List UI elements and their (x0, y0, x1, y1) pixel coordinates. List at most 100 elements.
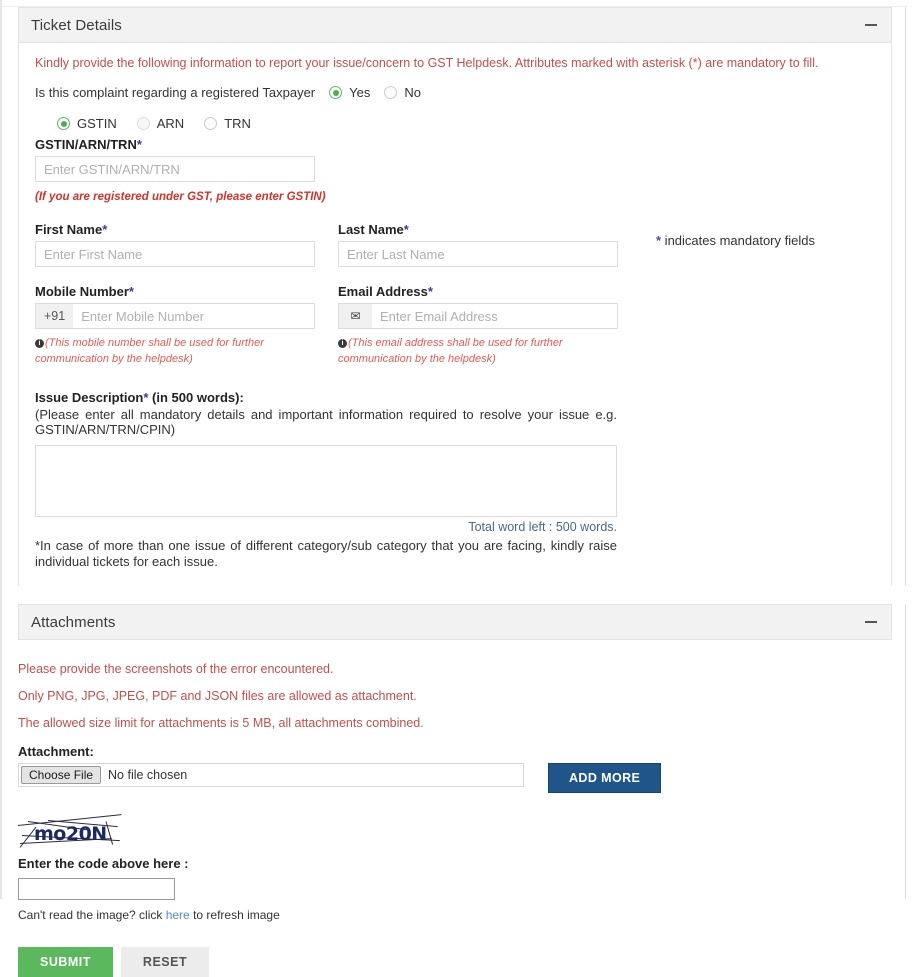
issue-description-label: Issue Description* (in 500 words): (35, 390, 875, 405)
captcha-block: mo20N Enter the code above here : Can't … (17, 814, 892, 922)
mobile-hint: (This mobile number shall be used for fu… (35, 337, 264, 365)
radio-option-trn[interactable]: TRN (204, 116, 251, 131)
email-hint-wrap: i (This email address shall be used for f… (338, 334, 618, 366)
attachment-note-3: The allowed size limit for attachments i… (18, 716, 424, 730)
attachments-panel: Attachments (18, 604, 892, 640)
attachments-body: Please provide the screenshots of the er… (2, 640, 908, 977)
first-name-label-text: First Name (35, 222, 103, 237)
captcha-image: mo20N (17, 814, 122, 851)
radio-yes-label: Yes (349, 85, 371, 100)
issue-description-label-text: Issue Description (35, 390, 144, 405)
mobile-asterisk: * (128, 284, 134, 299)
registered-taxpayer-row: Is this complaint regarding a registered… (35, 85, 875, 100)
mobile-label: Mobile Number* (35, 284, 338, 299)
radio-trn-label: TRN (224, 116, 251, 131)
add-more-button[interactable]: ADD MORE (548, 763, 662, 793)
radio-option-gstin[interactable]: GSTIN (57, 116, 117, 131)
ticket-intro-note: Kindly provide the following information… (35, 56, 819, 70)
issue-description-block: Issue Description* (in 500 words): (Plea… (35, 390, 875, 570)
issue-description-textarea[interactable] (35, 445, 617, 517)
radio-trn-icon[interactable] (204, 117, 218, 130)
captcha-input[interactable] (18, 878, 175, 900)
mobile-hint-wrap: i (This mobile number shall be used for f… (35, 334, 315, 366)
email-hint: (This email address shall be used for fu… (338, 337, 563, 365)
attachments-header[interactable]: Attachments (19, 605, 891, 640)
ticket-details-title: Ticket Details (31, 16, 122, 34)
info-icon: i (35, 339, 44, 348)
first-name-block: First Name* (35, 222, 338, 267)
email-input[interactable] (372, 303, 618, 329)
ticket-details-body: Kindly provide the following information… (19, 43, 891, 586)
radio-no-icon[interactable] (384, 86, 398, 99)
mobile-input[interactable] (73, 303, 315, 329)
radio-option-no[interactable]: No (384, 85, 421, 100)
envelope-icon: ✉ (338, 303, 372, 329)
attachments-title: Attachments (31, 613, 116, 631)
last-name-label-text: Last Name (338, 222, 404, 237)
gstin-label-text: GSTIN/ARN/TRN (35, 137, 137, 152)
form-content: Ticket Details Kindly provide the follow… (2, 0, 908, 977)
gstin-asterisk: * (136, 137, 142, 152)
mobile-input-group: +91 (35, 303, 315, 329)
submit-button[interactable]: SUBMIT (18, 947, 113, 977)
last-name-asterisk: * (403, 222, 409, 237)
ticket-details-panel: Ticket Details Kindly provide the follow… (18, 7, 892, 586)
id-type-radio-group: GSTIN ARN TRN (57, 116, 875, 131)
mobile-label-text: Mobile Number (35, 284, 129, 299)
captcha-refresh-prefix: Can't read the image? click (18, 908, 166, 922)
radio-arn-label: ARN (156, 116, 185, 131)
issue-description-subtext: (Please enter all mandatory details and … (35, 407, 617, 437)
attachment-row: Choose File No file chosen ADD MORE (18, 763, 892, 793)
file-input-wrapper[interactable]: Choose File No file chosen (18, 763, 524, 787)
reset-button[interactable]: RESET (120, 947, 210, 977)
attachment-label: Attachment: (18, 744, 94, 759)
radio-no-label: No (404, 85, 421, 100)
email-label: Email Address* (338, 284, 641, 299)
email-label-text: Email Address (338, 284, 428, 299)
page-frame: Ticket Details Kindly provide the follow… (0, 0, 908, 977)
email-input-group: ✉ (338, 303, 618, 329)
issue-footnote: *In case of more than one issue of diffe… (35, 538, 617, 569)
first-name-label: First Name* (35, 222, 338, 237)
mandatory-note-text: indicates mandatory fields (661, 233, 815, 248)
radio-gstin-label: GSTIN (77, 116, 117, 131)
registered-taxpayer-question: Is this complaint regarding a registered… (35, 85, 316, 100)
last-name-block: Last Name* (338, 222, 641, 267)
info-icon-email: i (338, 339, 347, 348)
radio-option-arn[interactable]: ARN (136, 116, 185, 131)
captcha-refresh-link[interactable]: here (166, 908, 190, 922)
registered-taxpayer-radio-group: Yes No (315, 85, 421, 100)
captcha-label: Enter the code above here : (18, 856, 189, 871)
first-name-input[interactable] (35, 241, 315, 267)
contact-row: Mobile Number* +91 i(This mobile number … (35, 284, 875, 366)
minus-icon-attachments[interactable] (863, 614, 879, 630)
gstin-label: GSTIN/ARN/TRN* (35, 137, 875, 152)
gstin-hint: (If you are registered under GST, please… (35, 191, 326, 203)
last-name-input[interactable] (338, 241, 618, 267)
email-block: Email Address* ✉ i(This email address sh… (338, 284, 641, 366)
ticket-details-header[interactable]: Ticket Details (19, 8, 891, 43)
attachment-note-2: Only PNG, JPG, JPEG, PDF and JSON files … (18, 689, 417, 703)
minus-icon[interactable] (863, 17, 879, 33)
issue-description-label-suffix: (in 500 words): (148, 390, 244, 405)
form-actions: SUBMIT RESET (18, 947, 892, 977)
mandatory-fields-note: * indicates mandatory fields (656, 233, 815, 248)
file-status-text: No file chosen (108, 768, 188, 782)
captcha-refresh-line: Can't read the image? click here to refr… (18, 908, 892, 922)
radio-option-yes[interactable]: Yes (329, 85, 370, 100)
first-name-asterisk: * (102, 222, 108, 237)
email-asterisk: * (427, 284, 433, 299)
choose-file-button[interactable]: Choose File (21, 766, 102, 784)
country-code-addon: +91 (35, 303, 74, 329)
last-name-label: Last Name* (338, 222, 641, 237)
radio-gstin-icon[interactable] (57, 117, 70, 130)
mobile-block: Mobile Number* +91 i(This mobile number … (35, 284, 338, 366)
radio-arn-icon[interactable] (136, 117, 150, 130)
gstin-input[interactable] (35, 156, 315, 182)
word-count-left: Total word left : 500 words. (468, 520, 617, 534)
radio-yes-icon[interactable] (329, 86, 343, 99)
panel-gap (2, 586, 908, 604)
attachment-note-1: Please provide the screenshots of the er… (18, 662, 334, 676)
gstin-field-block: GSTIN/ARN/TRN* (If you are registered un… (35, 137, 875, 204)
envelope-glyph: ✉ (350, 309, 361, 323)
